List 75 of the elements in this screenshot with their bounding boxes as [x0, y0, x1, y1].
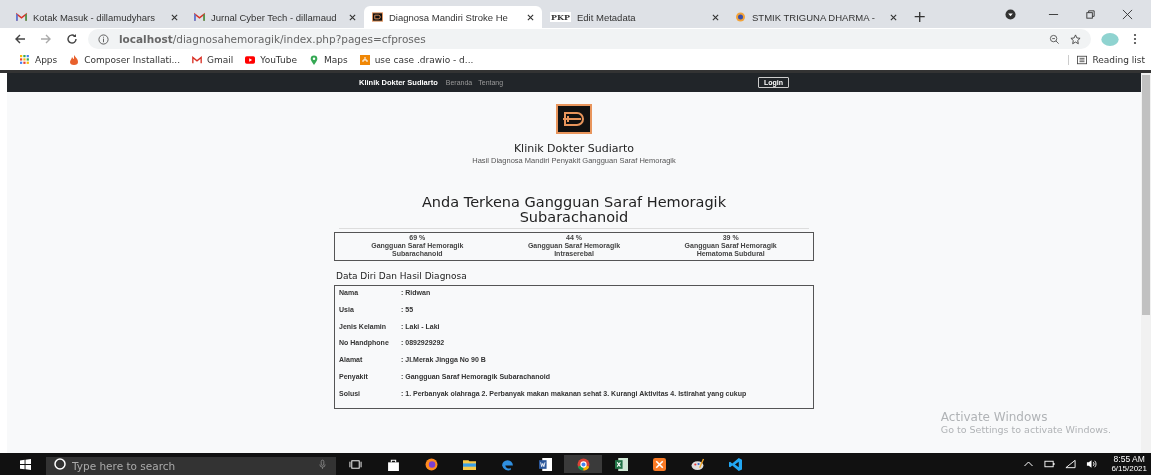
reading-list-label: Reading list	[1092, 55, 1145, 65]
tab-title: Diagnosa Mandiri Stroke He	[389, 11, 509, 23]
browser-tab[interactable]: Jurnal Cyber Tech - dillamaud	[186, 6, 364, 28]
taskbar-app[interactable]	[564, 455, 602, 473]
close-icon[interactable]	[349, 13, 356, 21]
ribbon-icon	[728, 457, 742, 471]
restore-icon[interactable]	[1085, 9, 1096, 20]
dropdown-icon[interactable]	[1005, 9, 1016, 20]
search-field[interactable]: Type here to search	[46, 457, 336, 475]
clock-time[interactable]: 8:55 AM	[1113, 454, 1145, 464]
envelope-icon	[194, 12, 205, 22]
circle-icon	[54, 458, 66, 470]
document-icon	[538, 457, 552, 471]
bookmark[interactable]: Maps	[308, 55, 348, 65]
list-icon	[1077, 55, 1088, 65]
wifi-icon[interactable]	[1065, 459, 1077, 469]
clinic-title: Klinik Dokter Sudiarto	[513, 142, 635, 155]
browser-tab[interactable]: STMIK TRIGUNA DHARMA -	[727, 6, 905, 28]
shopping-bag-icon	[386, 457, 400, 471]
logo-icon	[372, 12, 383, 22]
bookmark-label: Apps	[35, 55, 58, 65]
browser-tab[interactable]: Diagnosa Mandiri Stroke He	[364, 6, 542, 28]
info-icon	[98, 33, 109, 45]
close-icon[interactable]	[712, 13, 719, 21]
flame-icon	[69, 55, 80, 65]
bookmark[interactable]: Gmail	[192, 55, 234, 65]
scrollbar[interactable]	[1141, 73, 1151, 453]
cross-icon	[652, 457, 666, 471]
browser-tab[interactable]: PKP Edit Metadata	[542, 6, 727, 28]
clock-date[interactable]: 6/15/2021	[1111, 464, 1147, 474]
windows-logo-icon[interactable]	[20, 458, 31, 470]
spreadsheet-icon	[614, 457, 628, 471]
task-view-icon	[348, 457, 362, 471]
tab-title: Jurnal Cyber Tech - dillamaud	[211, 11, 338, 23]
bookmark-label: Gmail	[207, 55, 234, 65]
star-icon[interactable]	[1070, 33, 1081, 45]
battery-icon[interactable]	[1044, 459, 1056, 469]
play-icon	[245, 55, 256, 65]
activation-title: Activate Windows	[940, 410, 1049, 424]
tab-title: Edit Metadata	[577, 11, 637, 23]
palette-icon	[690, 457, 704, 471]
swirl-icon	[500, 457, 514, 471]
address-field[interactable]: localhost/diagnosahemoragik/index.php?pages=cfproses	[88, 29, 1091, 49]
close-icon[interactable]	[1122, 9, 1133, 20]
close-icon[interactable]	[890, 13, 897, 21]
map-pin-icon	[308, 55, 319, 65]
section-title: Data Diri Dan Hasil Diagnosa	[336, 271, 467, 281]
tab-title: Kotak Masuk - dillamudyhars	[33, 11, 156, 23]
url-text: localhost/diagnosahemoragik/index.php?pages=cfproses	[119, 33, 426, 45]
bookmark-label: YouTube	[260, 55, 297, 65]
microphone-icon[interactable]	[319, 459, 326, 470]
zoom-out-icon[interactable]	[1049, 33, 1060, 45]
logo-icon	[556, 104, 592, 134]
browser-tab[interactable]: Kotak Masuk - dillamudyhars	[8, 6, 186, 28]
back-icon[interactable]	[14, 33, 26, 45]
speaker-icon[interactable]	[1086, 459, 1098, 469]
diagram-icon	[359, 55, 370, 65]
favicon: PKP	[550, 12, 571, 22]
new-tab-button[interactable]: +	[905, 6, 935, 28]
envelope-icon	[16, 12, 27, 22]
bookmark[interactable]: YouTube	[245, 55, 297, 65]
result-heading: Anda Terkena Gangguan Saraf Hemoragik Subarachanoid	[420, 195, 728, 225]
badge-icon	[735, 12, 746, 22]
bookmark-label: Maps	[323, 55, 348, 65]
reading-list-button[interactable]: Reading list	[1068, 55, 1145, 65]
reload-icon[interactable]	[66, 33, 78, 45]
envelope-icon	[192, 55, 203, 65]
chevron-up-icon[interactable]	[1023, 459, 1035, 469]
close-icon[interactable]	[527, 13, 534, 21]
grid-icon	[20, 55, 30, 65]
folder-icon	[462, 457, 476, 471]
activation-message: Go to Settings to activate Windows.	[940, 424, 1111, 435]
close-icon[interactable]	[171, 13, 178, 21]
bookmark[interactable]: Apps	[20, 55, 58, 65]
tab-title: STMIK TRIGUNA DHARMA -	[752, 11, 876, 23]
